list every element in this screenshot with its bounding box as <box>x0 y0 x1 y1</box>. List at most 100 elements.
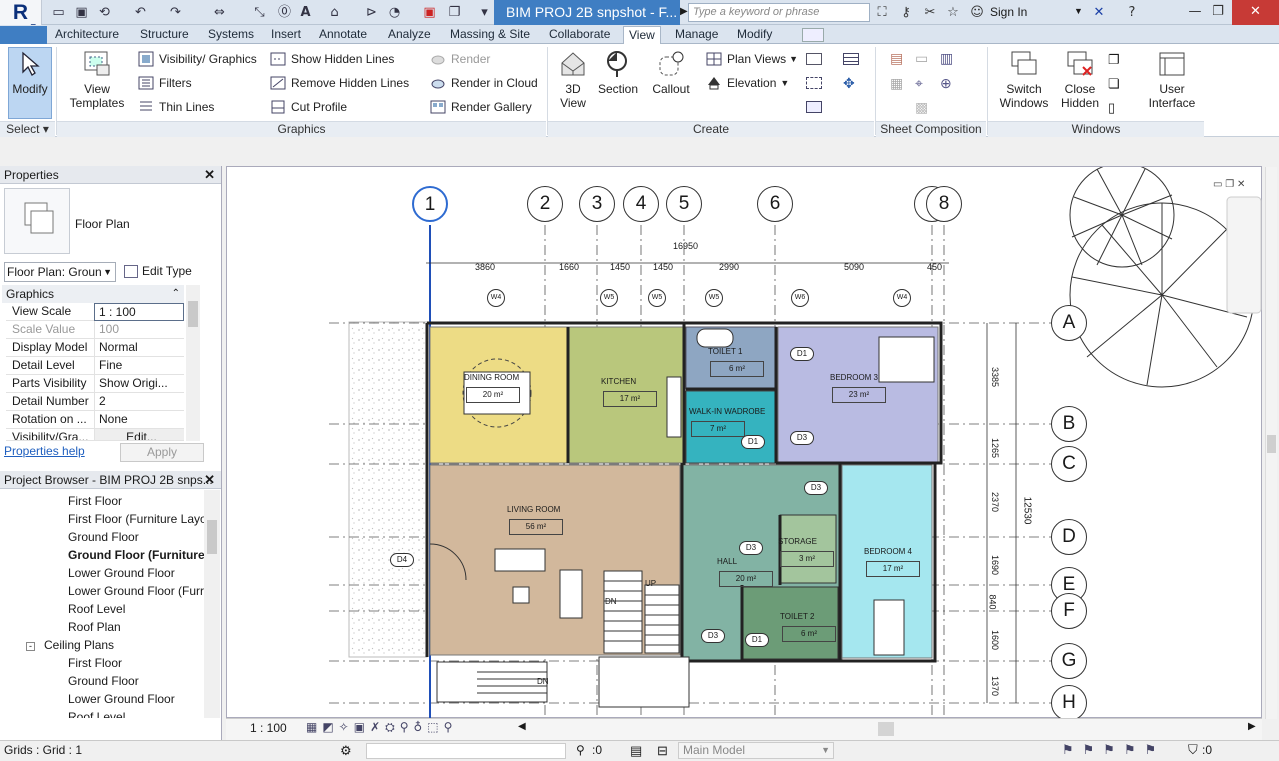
sign-in-dropdown-icon[interactable]: ▼ <box>1074 6 1083 16</box>
tab-massing-site[interactable]: Massing & Site <box>445 26 535 44</box>
render-in-cloud-button[interactable]: Render in Cloud <box>430 73 538 93</box>
ribbon-toggle-icon[interactable] <box>802 28 824 42</box>
view-type-selector[interactable]: Floor Plan: Groun ▼ <box>4 262 116 282</box>
prop-row[interactable]: Scale Value 100 <box>6 321 184 339</box>
prop-row[interactable]: View Scale 1 : 100 <box>6 303 184 321</box>
tree-item[interactable]: Lower Ground Floor <box>68 564 175 582</box>
restore-icon[interactable]: ❐ <box>1203 0 1233 25</box>
prop-row[interactable]: Parts Visibility Show Origi... <box>6 375 184 393</box>
drafting-view-icon[interactable] <box>806 53 822 65</box>
tree-item[interactable]: Roof Plan <box>68 618 121 636</box>
view-control-icons[interactable]: ▦◩✧▣✗⛭⚲♁⬚⚲ <box>306 720 457 735</box>
tree-item[interactable]: Lower Ground Floor (Furr <box>68 582 204 600</box>
scope-box-icon[interactable]: ✥ <box>843 76 855 92</box>
close-icon[interactable]: ✕ <box>1232 0 1279 25</box>
tag-icon[interactable]: ⓪ <box>275 3 294 22</box>
prop-row[interactable]: Rotation on ... None <box>6 411 184 429</box>
tab-manage[interactable]: Manage <box>670 26 723 44</box>
exchange-apps-icon[interactable]: ✕ <box>1089 3 1109 22</box>
user-interface-button[interactable]: User Interface <box>1144 48 1200 110</box>
close-hidden-button[interactable]: Close Hidden <box>1056 48 1104 110</box>
tab-analyze[interactable]: Analyze <box>383 26 436 44</box>
prop-row[interactable]: Visibility/Gra... Edit... <box>6 429 184 441</box>
tree-item[interactable]: Roof Level <box>68 600 125 618</box>
properties-help-link[interactable]: Properties help <box>4 444 85 458</box>
selection-filter-icons[interactable]: ⚑⚑⚑⚑⚑ <box>1062 741 1165 760</box>
render-button[interactable]: Render <box>430 49 490 69</box>
editing-requests-icon[interactable]: ⊟ <box>657 741 668 760</box>
view-reference-icon[interactable]: ⊕ <box>940 75 952 92</box>
tab-architecture[interactable]: Architecture <box>50 26 124 44</box>
view-scale[interactable]: 1 : 100 <box>250 721 287 735</box>
browser-scrollbar[interactable] <box>204 490 220 718</box>
design-option-icon[interactable]: ▤ <box>630 741 642 760</box>
expand-search-icon[interactable]: ▶ <box>680 6 688 17</box>
tab-systems[interactable]: Systems <box>203 26 259 44</box>
tree-item-active[interactable]: Ground Floor (Furniture <box>68 546 205 564</box>
callout-button[interactable]: Callout <box>648 48 694 96</box>
worksets-icon[interactable]: ⚙ <box>340 742 352 761</box>
tree-item[interactable]: First Floor (Furniture Layo <box>68 510 207 528</box>
visibility-graphics-button[interactable]: Visibility/ Graphics <box>138 49 257 69</box>
design-options-icon[interactable]: ⚲ <box>576 741 585 760</box>
switch-windows-icon[interactable]: ❐ <box>445 3 464 22</box>
canvas-vertical-scrollbar[interactable] <box>1265 167 1277 719</box>
prop-row[interactable]: Detail Number 2 <box>6 393 184 411</box>
viewports-icon[interactable]: ▩ <box>915 99 928 116</box>
sync-icon[interactable]: ⟲ <box>95 3 114 22</box>
grid-bubble-1[interactable]: 1 <box>412 186 448 222</box>
communication-icon[interactable]: ✂ <box>920 3 940 22</box>
text-icon[interactable]: A <box>296 3 315 22</box>
show-hidden-lines-button[interactable]: Show Hidden Lines <box>270 49 394 69</box>
collapse-tree-icon[interactable]: - <box>26 642 35 651</box>
tab-view[interactable]: View <box>623 26 661 45</box>
tree-item[interactable]: Lower Ground Floor <box>68 690 175 708</box>
3d-view-button[interactable]: 3D View <box>553 48 593 110</box>
filters-button[interactable]: Filters <box>138 73 192 93</box>
thin-lines-button[interactable]: Thin Lines <box>138 97 214 117</box>
cut-profile-button[interactable]: Cut Profile <box>270 97 347 117</box>
plan-views-button[interactable]: Plan Views ▼ <box>706 49 798 69</box>
help-icon[interactable]: ? <box>1122 3 1142 22</box>
search-input[interactable]: Type a keyword or phrase <box>688 3 870 22</box>
favorites-star-icon[interactable]: ☆ <box>943 3 963 22</box>
tab-insert[interactable]: Insert <box>266 26 306 44</box>
workset-selector[interactable] <box>366 743 566 759</box>
tab-collaborate[interactable]: Collaborate <box>544 26 615 44</box>
close-browser-icon[interactable]: ✕ <box>204 471 215 489</box>
view-templates-button[interactable]: View Templates <box>66 48 128 110</box>
legends-icon[interactable] <box>806 101 822 113</box>
revisions-icon[interactable]: ▥ <box>940 50 953 67</box>
sheet-icon[interactable]: ▤ <box>890 50 903 67</box>
tree-item[interactable]: Ground Floor <box>68 672 139 690</box>
redo-icon[interactable]: ↷ <box>166 3 185 22</box>
tab-annotate[interactable]: Annotate <box>314 26 372 44</box>
customize-qat-icon[interactable]: ▾ <box>475 3 494 22</box>
matchline-icon[interactable]: ⌖ <box>915 75 923 92</box>
title-block-icon[interactable]: ▭ <box>915 50 928 67</box>
filter-icon[interactable]: ⛉ <box>1188 741 1198 760</box>
3d-view-icon[interactable]: ⌂ <box>325 3 344 22</box>
modify-button[interactable]: Modify <box>8 47 52 119</box>
apply-button[interactable]: Apply <box>120 443 204 462</box>
horizontal-scroll-thumb[interactable] <box>878 722 894 736</box>
replicate-icon[interactable]: ❐ <box>1108 52 1120 68</box>
cascade-icon[interactable]: ❏ <box>1108 76 1120 92</box>
app-menu-button[interactable]: R▾ <box>0 0 42 31</box>
drawing-canvas[interactable]: ▭ ❐ ✕ 12345678ABCDEFGH DINING ROOM20 m²K… <box>226 166 1277 721</box>
panel-select[interactable]: Select ▾ <box>0 121 55 137</box>
prop-row[interactable]: Detail Level Fine <box>6 357 184 375</box>
elevation-button[interactable]: Elevation ▼ <box>706 73 789 93</box>
navigation-bar[interactable] <box>1226 196 1262 314</box>
room-storage[interactable] <box>779 514 837 584</box>
tile-icon[interactable]: ▯ <box>1108 100 1115 116</box>
close-hidden-icon[interactable]: ▣ <box>420 3 439 22</box>
room-toilet-2[interactable] <box>741 586 839 660</box>
user-icon[interactable]: ☺ <box>967 3 987 22</box>
scroll-left-icon[interactable]: ◀ <box>518 721 526 732</box>
tree-item[interactable]: Ground Floor <box>68 528 139 546</box>
measure-icon[interactable]: ⇔ <box>210 3 229 22</box>
undo-icon[interactable]: ↶ <box>131 3 150 22</box>
scroll-right-icon[interactable]: ▶ <box>1248 721 1256 732</box>
switch-windows-button[interactable]: Switch Windows <box>996 48 1052 110</box>
